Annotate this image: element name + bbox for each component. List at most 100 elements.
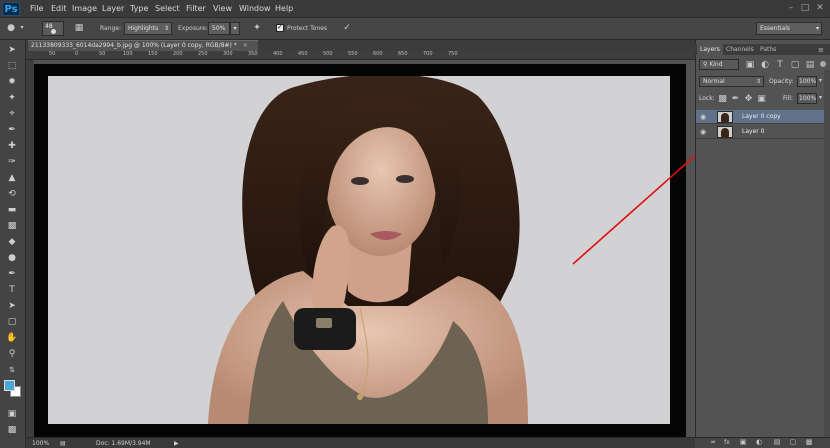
fx-icon[interactable]: fx — [722, 438, 732, 447]
photoshop-logo: Ps — [2, 2, 20, 16]
eraser-tool-icon[interactable]: ▬ — [5, 204, 19, 216]
shape-tool-icon[interactable]: ▢ — [5, 316, 19, 328]
lock-image-icon[interactable]: ✒ — [731, 93, 740, 105]
protect-tones-label: Protect Tones — [287, 25, 328, 32]
brush-tool-icon[interactable]: ✑ — [5, 156, 19, 168]
trash-icon[interactable]: ▩ — [804, 438, 814, 447]
maximize-button[interactable]: □ — [800, 3, 810, 13]
filter-type-icon[interactable]: T — [775, 59, 785, 71]
clone-stamp-tool-icon[interactable]: ▲ — [5, 172, 19, 184]
history-brush-tool-icon[interactable]: ⟲ — [5, 188, 19, 200]
move-tool-icon[interactable]: ➤ — [5, 44, 19, 56]
lock-all-icon[interactable]: ▣ — [757, 93, 766, 105]
close-document-icon[interactable]: × — [243, 42, 248, 49]
tab-channels[interactable]: Channels — [723, 44, 757, 55]
layer-name[interactable]: Layer 0 copy — [742, 113, 781, 120]
tool-preset-dropdown-icon[interactable]: ▾ — [18, 22, 26, 34]
pen-tool-icon[interactable]: ✒ — [5, 268, 19, 280]
exposure-input[interactable]: 50% — [208, 22, 230, 35]
menu-select[interactable]: Select — [155, 4, 180, 13]
ruler-label: 50 — [49, 51, 56, 57]
airbrush-icon[interactable]: ✦ — [250, 22, 264, 34]
filter-toggle[interactable] — [820, 61, 826, 67]
range-select[interactable]: Highlights ⇕ — [124, 22, 172, 35]
layer-name[interactable]: Layer 0 — [742, 128, 764, 135]
range-label: Range: — [100, 25, 122, 32]
gradient-tool-icon[interactable]: ▩ — [5, 220, 19, 232]
panel-menu-icon[interactable]: ≡ — [818, 46, 824, 54]
folder-icon[interactable]: ▤ — [772, 438, 782, 447]
menu-view[interactable]: View — [213, 4, 232, 13]
foreground-color-swatch[interactable] — [4, 380, 15, 391]
filter-adjustment-icon[interactable]: ◐ — [760, 59, 770, 71]
path-selection-tool-icon[interactable]: ➤ — [5, 300, 19, 312]
document-tab[interactable]: 21133809333_6014da2994_b.jpg @ 100% (Lay… — [28, 40, 258, 51]
ruler-label: 400 — [273, 51, 283, 57]
zoom-tool-icon[interactable]: ⚲ — [5, 348, 19, 360]
range-dropdown-icon: ⇕ — [163, 25, 169, 32]
lock-position-icon[interactable]: ✥ — [744, 93, 753, 105]
hand-tool-icon[interactable]: ✋ — [5, 332, 19, 344]
fill-slider-icon[interactable]: ▾ — [819, 94, 822, 101]
layer-row-layer-0[interactable]: ◉ Layer 0 — [696, 125, 824, 139]
ruler-label: 150 — [148, 51, 158, 57]
filter-pixel-icon[interactable]: ▣ — [745, 59, 755, 71]
adjustment-icon[interactable]: ◐ — [754, 438, 764, 447]
blend-mode-select[interactable]: Normal ⇕ — [699, 76, 764, 87]
menu-help[interactable]: Help — [275, 4, 293, 13]
link-icon[interactable]: ∞ — [708, 438, 718, 447]
zoom-level[interactable]: 100% — [32, 440, 49, 447]
mask-icon[interactable]: ▣ — [738, 438, 748, 447]
healing-brush-tool-icon[interactable]: ✚ — [5, 140, 19, 152]
eye-icon[interactable]: ◉ — [700, 113, 708, 121]
lock-transparent-icon[interactable]: ▩ — [718, 93, 727, 105]
fill-input[interactable]: 100% — [797, 93, 817, 104]
menu-filter[interactable]: Filter — [186, 4, 206, 13]
blur-tool-icon[interactable]: ◆ — [5, 236, 19, 248]
menu-layer[interactable]: Layer — [102, 4, 124, 13]
export-icon[interactable]: ▤ — [60, 440, 66, 447]
brush-preset-picker[interactable]: 48 — [42, 21, 64, 36]
crop-tool-icon[interactable]: ⌖ — [5, 108, 19, 120]
dodge-tool-icon[interactable]: ● — [4, 22, 18, 34]
menu-image[interactable]: Image — [72, 4, 97, 13]
brush-dot-icon — [51, 29, 56, 34]
close-window-button[interactable]: ✕ — [815, 3, 825, 13]
brush-panel-icon[interactable]: ▦ — [73, 22, 85, 34]
filter-shape-icon[interactable]: ▢ — [790, 59, 800, 71]
menu-window[interactable]: Window — [239, 4, 271, 13]
lasso-tool-icon[interactable]: ✹ — [5, 76, 19, 88]
opacity-value: 100% — [799, 78, 817, 85]
layers-scrollbar[interactable] — [824, 70, 830, 437]
ruler-label: 450 — [298, 51, 308, 57]
dodge-tool-button-icon[interactable]: ● — [5, 252, 19, 264]
menu-edit[interactable]: Edit — [51, 4, 67, 13]
menu-file[interactable]: File — [30, 4, 43, 13]
opacity-slider-icon[interactable]: ▾ — [819, 77, 822, 84]
swap-colors-icon[interactable]: ⇅ — [5, 364, 19, 376]
eyedropper-tool-icon[interactable]: ✒ — [5, 124, 19, 136]
new-layer-icon[interactable]: ▢ — [788, 438, 798, 447]
minimize-button[interactable]: – — [786, 3, 796, 13]
eye-icon[interactable]: ◉ — [700, 128, 708, 136]
exposure-label: Exposure: — [178, 25, 208, 32]
pressure-size-icon[interactable]: ✓ — [340, 22, 354, 34]
quick-mask-icon[interactable]: ▣ — [5, 408, 19, 420]
tab-layers[interactable]: Layers — [697, 44, 723, 55]
type-tool-icon[interactable]: T — [5, 284, 19, 296]
menu-type[interactable]: Type — [130, 4, 148, 13]
ruler-label: 650 — [398, 51, 408, 57]
status-bar: 100% ▤ Doc: 1.69M/3.94M ▶ — [26, 437, 695, 448]
filter-smart-object-icon[interactable]: ▤ — [805, 59, 815, 71]
tab-paths[interactable]: Paths — [757, 44, 779, 55]
exposure-slider-button[interactable]: ▾ — [230, 22, 240, 35]
quick-selection-tool-icon[interactable]: ✦ — [5, 92, 19, 104]
status-menu-arrow-icon[interactable]: ▶ — [174, 440, 179, 447]
layer-filter-select[interactable]: ⚲ Kind — [699, 59, 739, 70]
screen-mode-icon[interactable]: ▩ — [5, 424, 19, 436]
protect-tones-checkbox[interactable]: ✓ — [276, 23, 284, 32]
opacity-input[interactable]: 100% — [797, 76, 817, 87]
marquee-tool-icon[interactable]: ⬚ — [5, 60, 19, 72]
workspace-select[interactable]: Essentials ▾ — [756, 22, 822, 35]
layer-row-layer-0-copy[interactable]: ◉ Layer 0 copy — [696, 110, 824, 124]
